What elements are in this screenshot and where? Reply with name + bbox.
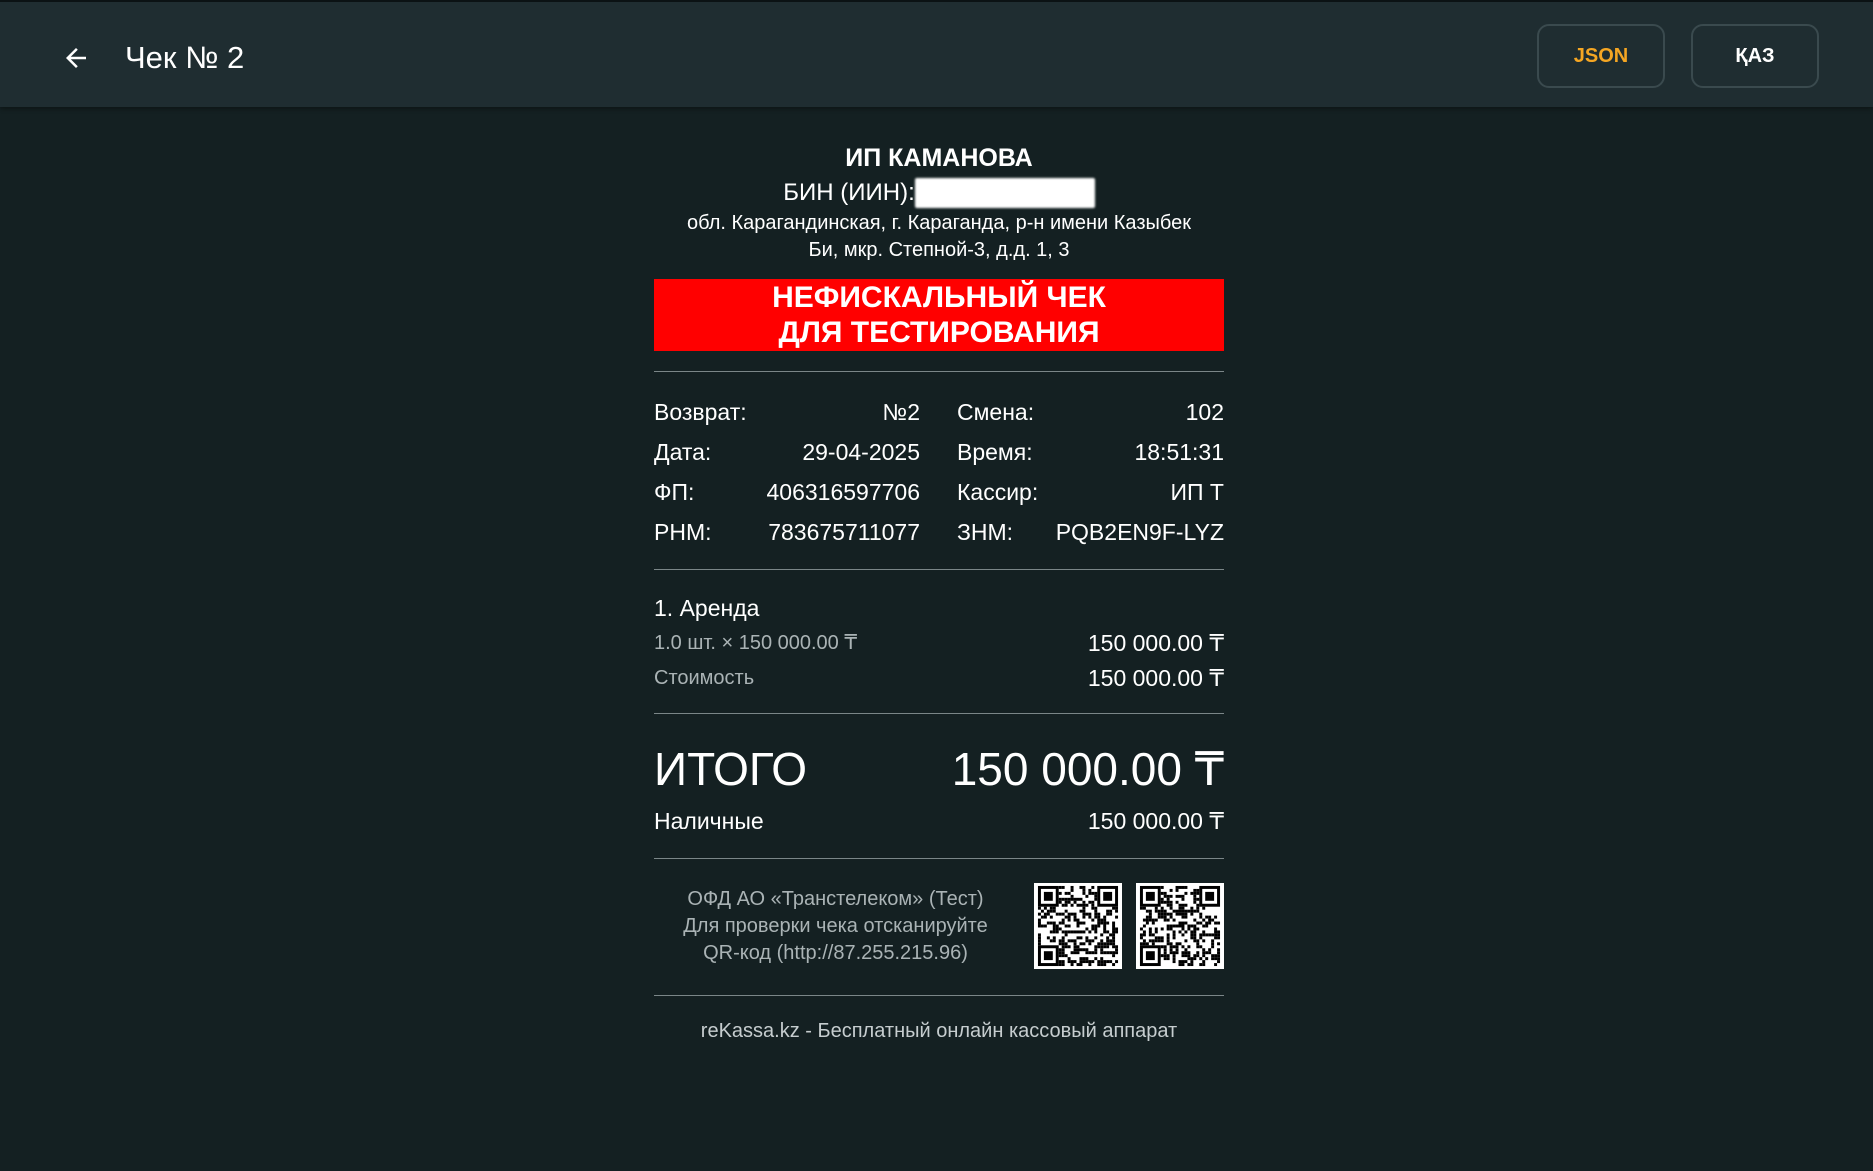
info-label: Время: [957, 439, 1033, 465]
info-label: ЗНМ: [957, 519, 1014, 545]
divider [654, 713, 1224, 714]
info-label: Кассир: [957, 479, 1039, 505]
item-cost-value: 150 000.00 ₸ [1087, 665, 1224, 691]
item-cost-row: Стоимость 150 000.00 ₸ [654, 664, 1224, 692]
brand-footer: reKassa.kz - Бесплатный онлайн кассовый … [700, 1020, 1178, 1042]
arrow-left-icon [66, 48, 86, 68]
payment-row: Наличные 150 000.00 ₸ [654, 807, 1224, 835]
total-label: ИТОГО [654, 743, 807, 795]
ofd-line-1: ОФД АО «Транстелеком» (Тест) [687, 887, 984, 910]
receipt-info-grid: Возврат: №2 Смена: 102 Дата: 29-04-2025 … [654, 398, 1224, 546]
info-label: Возврат: [654, 399, 747, 425]
info-row-rnm: РНМ: 783675711077 [654, 518, 920, 546]
info-value: 102 [1185, 399, 1224, 425]
ofd-line-3: QR-код (http://87.255.215.96) [703, 941, 968, 964]
info-row-shift: Смена: 102 [920, 398, 1224, 426]
receipt: ИП КАМАНОВА БИН (ИИН): обл. Карагандинск… [654, 142, 1224, 1045]
total-row: ИТОГО 150 000.00 ₸ [654, 742, 1224, 796]
info-value: PQB2EN9F-LYZ [1055, 519, 1224, 545]
bin-row: БИН (ИИН): [654, 178, 1224, 208]
info-value: 406316597706 [766, 479, 921, 505]
payment-label: Наличные [654, 808, 764, 834]
info-label: ФП: [654, 479, 695, 505]
item-line-total: 150 000.00 ₸ [1087, 630, 1224, 656]
ofd-block: ОФД АО «Транстелеком» (Тест) Для проверк… [654, 883, 1224, 969]
info-row-time: Время: 18:51:31 [920, 438, 1224, 466]
qr-code-icon [1034, 883, 1122, 969]
kaz-language-button[interactable]: ҚАЗ [1691, 24, 1819, 88]
info-row-cashier: Кассир: ИП Т [920, 478, 1224, 506]
bin-redacted-field [914, 178, 1095, 208]
item-qty-row: 1.0 шт. × 150 000.00 ₸ 150 000.00 ₸ [654, 629, 1224, 657]
info-row-return: Возврат: №2 [654, 398, 920, 426]
info-value: ИП Т [1170, 479, 1224, 505]
address-line-1: обл. Карагандинская, г. Караганда, р-н и… [687, 212, 1191, 234]
ofd-text: ОФД АО «Транстелеком» (Тест) Для проверк… [654, 886, 1017, 967]
info-value: 29-04-2025 [802, 439, 920, 465]
total-value: 150 000.00 ₸ [951, 743, 1224, 795]
divider [654, 995, 1224, 996]
page-title: Чек № 2 [125, 40, 245, 75]
bin-label: БИН (ИИН): [783, 179, 915, 206]
qr-codes [1034, 883, 1224, 969]
back-button[interactable] [54, 36, 98, 80]
app-bar: Чек № 2 JSON ҚАЗ [0, 0, 1873, 107]
info-row-znm: ЗНМ: PQB2EN9F-LYZ [920, 518, 1224, 546]
non-fiscal-banner: НЕФИСКАЛЬНЫЙ ЧЕК ДЛЯ ТЕСТИРОВАНИЯ [654, 279, 1224, 351]
divider [654, 371, 1224, 372]
item-qty-price: 1.0 шт. × 150 000.00 ₸ [654, 632, 858, 654]
address: обл. Карагандинская, г. Караганда, р-н и… [654, 210, 1224, 264]
ofd-line-2: Для проверки чека отсканируйте [683, 914, 988, 937]
info-label: Смена: [957, 399, 1035, 425]
info-value: 18:51:31 [1134, 439, 1224, 465]
payment-value: 150 000.00 ₸ [1087, 808, 1224, 834]
item-name: 1. Аренда [654, 595, 760, 621]
divider [654, 569, 1224, 570]
info-label: РНМ: [654, 519, 712, 545]
json-button[interactable]: JSON [1537, 24, 1665, 88]
item-cost-label: Стоимость [654, 667, 755, 689]
divider [654, 858, 1224, 859]
banner-line-2: ДЛЯ ТЕСТИРОВАНИЯ [778, 316, 1100, 349]
info-value: №2 [882, 399, 920, 425]
org-name: ИП КАМАНОВА [845, 144, 1033, 172]
address-line-2: Би, мкр. Степной-3, д.д. 1, 3 [808, 239, 1070, 261]
info-label: Дата: [654, 439, 712, 465]
info-value: 783675711077 [768, 519, 920, 545]
info-row-fp: ФП: 406316597706 [654, 478, 920, 506]
info-row-date: Дата: 29-04-2025 [654, 438, 920, 466]
banner-line-1: НЕФИСКАЛЬНЫЙ ЧЕК [772, 281, 1106, 314]
qr-code-icon [1136, 883, 1224, 969]
